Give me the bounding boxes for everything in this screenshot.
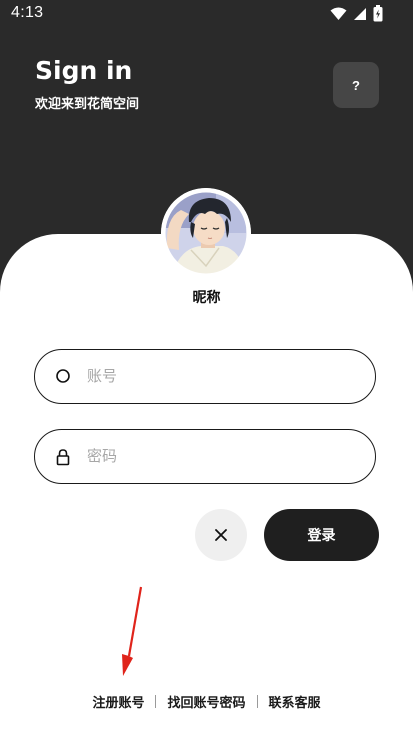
battery-icon: [373, 5, 383, 22]
page-title: Sign in: [35, 56, 133, 85]
account-input[interactable]: [87, 350, 357, 402]
signal-icon: [353, 7, 367, 21]
avatar-illustration: [161, 188, 251, 278]
status-time: 4:13: [11, 4, 44, 21]
help-button[interactable]: ?: [333, 62, 379, 108]
password-input[interactable]: [87, 430, 357, 482]
close-icon: [215, 526, 227, 545]
annotation-arrow: [112, 584, 148, 684]
clear-button[interactable]: [195, 509, 247, 561]
login-button[interactable]: 登录: [264, 509, 379, 561]
sign-in-screen: 4:13 Sign in 欢迎来到花简空间 ? 昵称 账号 登录 注册账号 找回…: [0, 0, 413, 734]
wifi-icon: [330, 7, 347, 21]
avatar[interactable]: [161, 188, 251, 278]
password-field[interactable]: [34, 429, 376, 484]
contact-support-link[interactable]: 联系客服: [258, 692, 332, 711]
status-icons: [330, 5, 383, 22]
login-card: [0, 234, 413, 734]
welcome-subtitle: 欢迎来到花简空间: [35, 97, 140, 112]
recover-password-link[interactable]: 找回账号密码: [156, 692, 256, 711]
lock-icon: [55, 448, 71, 466]
status-bar: 4:13: [0, 0, 413, 28]
account-field[interactable]: [34, 349, 376, 404]
user-icon: [55, 368, 71, 384]
nickname-label: 昵称: [192, 290, 221, 306]
register-link[interactable]: 注册账号: [81, 692, 155, 711]
footer-links: 注册账号 找回账号密码 联系客服: [0, 692, 413, 711]
